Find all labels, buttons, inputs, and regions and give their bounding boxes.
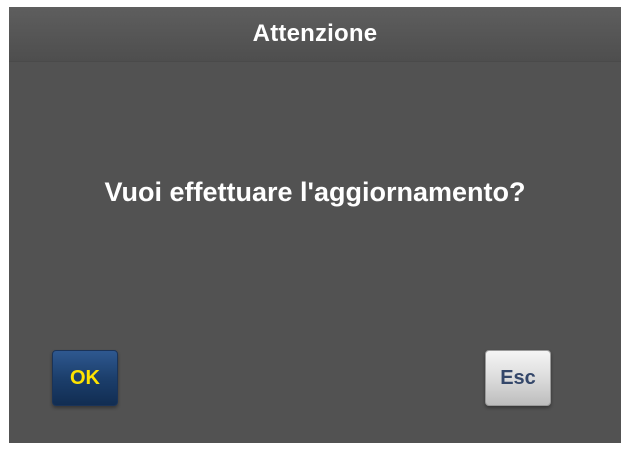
dialog-message: Vuoi effettuare l'aggiornamento? bbox=[104, 177, 526, 207]
esc-button[interactable]: Esc bbox=[485, 350, 551, 406]
ok-button-label: OK bbox=[70, 366, 100, 389]
update-confirm-dialog: Attenzione Vuoi effettuare l'aggiornamen… bbox=[9, 7, 621, 443]
ok-button[interactable]: OK bbox=[52, 350, 118, 406]
esc-button-label: Esc bbox=[500, 366, 536, 389]
dialog-titlebar: Attenzione bbox=[9, 7, 621, 62]
dialog-title: Attenzione bbox=[252, 20, 378, 47]
